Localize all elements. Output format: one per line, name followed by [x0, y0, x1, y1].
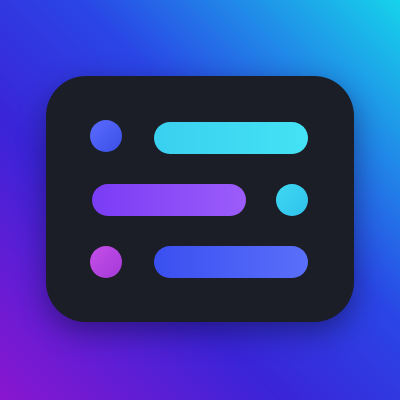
row-2-bullet-dot: [276, 184, 308, 216]
list-card: [46, 76, 354, 322]
row-3-bullet-dot: [90, 246, 122, 278]
row-2-bar: [92, 184, 246, 216]
row-1-bar: [154, 122, 308, 154]
row-3-bar: [154, 246, 308, 278]
row-1-bullet-dot: [90, 120, 122, 152]
app-icon-background: [0, 0, 400, 400]
